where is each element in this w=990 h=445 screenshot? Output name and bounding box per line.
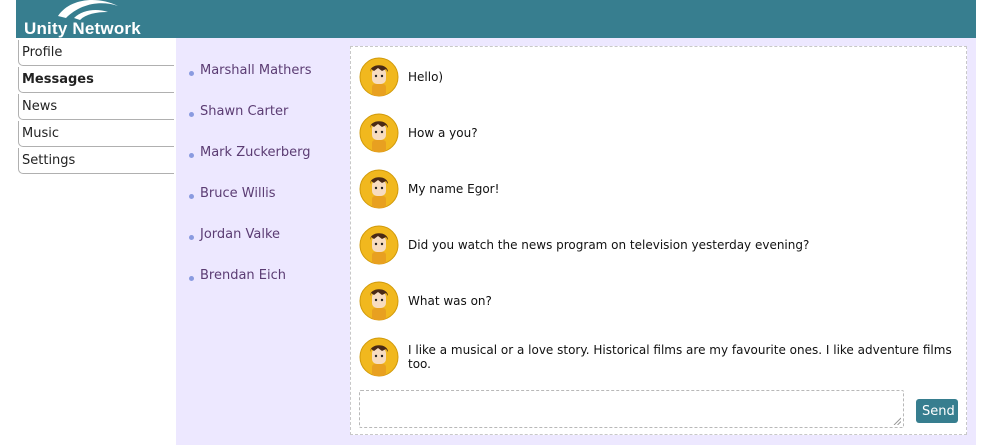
- dialog-item[interactable]: Mark Zuckerberg: [189, 145, 339, 186]
- messages-page: Marshall Mathers Shawn Carter Mark Zucke…: [176, 38, 976, 445]
- dialog-item[interactable]: Jordan Valke: [189, 227, 339, 268]
- message-item: I like a musical or a love story. Histor…: [359, 336, 966, 378]
- nav-item-music[interactable]: Music: [18, 121, 174, 147]
- user-avatar-icon: [359, 57, 399, 97]
- message-item: Did you watch the news program on televi…: [359, 224, 809, 266]
- dialog-name[interactable]: Brendan Eich: [200, 268, 286, 283]
- bullet-dot-icon: [189, 235, 194, 240]
- user-avatar-icon: [359, 281, 399, 321]
- message-text: Hello): [408, 70, 444, 84]
- app-header: Unity Network: [16, 0, 976, 38]
- nav-item-settings[interactable]: Settings: [18, 148, 174, 174]
- user-avatar-icon: [359, 337, 399, 377]
- brand-title[interactable]: Unity Network: [24, 19, 141, 39]
- dialog-list: Marshall Mathers Shawn Carter Mark Zucke…: [189, 63, 339, 309]
- dialog-item[interactable]: Brendan Eich: [189, 268, 339, 309]
- message-item: My name Egor!: [359, 168, 499, 210]
- message-item: Hello): [359, 56, 443, 98]
- user-avatar-icon: [359, 225, 399, 265]
- conversation-panel: Hello) How a you? My name Egor! Did you …: [350, 46, 967, 435]
- message-input[interactable]: [359, 390, 904, 428]
- dialog-item[interactable]: Marshall Mathers: [189, 63, 339, 104]
- dialog-item[interactable]: Shawn Carter: [189, 104, 339, 145]
- main-nav: Profile Messages News Music Settings: [18, 40, 174, 175]
- message-text: What was on?: [408, 294, 492, 308]
- message-text: Did you watch the news program on televi…: [408, 238, 810, 252]
- message-text: I like a musical or a love story. Histor…: [408, 343, 952, 371]
- message-item: What was on?: [359, 280, 492, 322]
- dialog-item[interactable]: Bruce Willis: [189, 186, 339, 227]
- resize-grip-icon[interactable]: [893, 417, 901, 425]
- dialog-name[interactable]: Mark Zuckerberg: [200, 145, 311, 160]
- message-item: How a you?: [359, 112, 478, 154]
- message-text: My name Egor!: [408, 182, 500, 196]
- nav-item-profile[interactable]: Profile: [18, 40, 174, 66]
- nav-item-messages[interactable]: Messages: [18, 67, 174, 93]
- message-text: How a you?: [408, 126, 478, 140]
- swoosh-logo-icon: [58, 0, 118, 20]
- user-avatar-icon: [359, 169, 399, 209]
- bullet-dot-icon: [189, 276, 194, 281]
- send-button[interactable]: Send: [916, 399, 958, 423]
- bullet-dot-icon: [189, 112, 194, 117]
- dialog-name[interactable]: Shawn Carter: [200, 104, 288, 119]
- dialog-name[interactable]: Marshall Mathers: [200, 63, 312, 78]
- dialog-name[interactable]: Jordan Valke: [200, 227, 280, 242]
- dialog-name[interactable]: Bruce Willis: [200, 186, 276, 201]
- nav-item-news[interactable]: News: [18, 94, 174, 120]
- user-avatar-icon: [359, 113, 399, 153]
- bullet-dot-icon: [189, 153, 194, 158]
- bullet-dot-icon: [189, 71, 194, 76]
- bullet-dot-icon: [189, 194, 194, 199]
